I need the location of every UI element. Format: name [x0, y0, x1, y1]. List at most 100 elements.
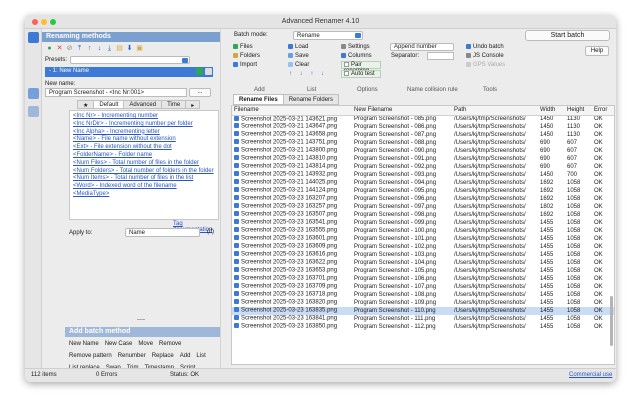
folder-icon[interactable]	[28, 106, 39, 117]
row-checkbox[interactable]	[234, 315, 239, 321]
add-method-icon[interactable]: ●	[46, 45, 53, 52]
row-checkbox[interactable]	[234, 267, 239, 273]
gps-values-button[interactable]: GPS Values	[466, 61, 505, 69]
row-checkbox[interactable]	[234, 283, 239, 289]
row-checkbox[interactable]	[234, 227, 239, 233]
row-checkbox[interactable]	[234, 291, 239, 297]
row-checkbox[interactable]	[234, 243, 239, 249]
row-checkbox[interactable]	[234, 219, 239, 225]
close-icon[interactable]	[205, 68, 212, 75]
add-folders-button[interactable]: Folders	[233, 52, 260, 60]
row-checkbox[interactable]	[234, 179, 239, 185]
move-up2-icon[interactable]: ↑	[310, 71, 313, 77]
batch-renumber[interactable]: Renumber	[118, 350, 146, 362]
column-header-height[interactable]: Height	[565, 106, 592, 116]
tab-time[interactable]: Time	[161, 100, 187, 109]
row-checkbox[interactable]	[234, 299, 239, 305]
new-name-input[interactable]: Program Screenshot - <Inc Nr:001>	[45, 88, 187, 97]
batch-mode-dropdown[interactable]: Rename	[293, 31, 363, 40]
move-up-icon[interactable]: ↓	[300, 71, 303, 77]
row-checkbox[interactable]	[234, 307, 239, 313]
batch-list[interactable]: List	[196, 350, 205, 362]
table-row[interactable]: Screenshot 2025-03-23 163850.png Program …	[232, 323, 614, 331]
table-row[interactable]: Screenshot 2025-03-21 144025.png Program …	[232, 179, 614, 187]
column-header-error[interactable]: Error	[592, 106, 614, 116]
table-row[interactable]: Screenshot 2025-03-21 143621.png Program …	[232, 115, 614, 123]
row-checkbox[interactable]	[234, 131, 239, 137]
import-button[interactable]: Import	[233, 61, 257, 69]
layers-icon[interactable]	[28, 32, 39, 43]
batch-move[interactable]: Move	[138, 338, 153, 350]
method-list-item[interactable]: - 1: New Name	[45, 67, 213, 77]
table-row[interactable]: Screenshot 2025-03-23 163609.png Program …	[232, 243, 614, 251]
move-down-icon[interactable]: ↓	[321, 71, 324, 77]
batch-new-case[interactable]: New Case	[105, 338, 133, 350]
help-button[interactable]: Help	[585, 46, 609, 56]
tag-link[interactable]: <Word> - Indexed word of the filename	[73, 183, 215, 191]
undo-batch-button[interactable]: Undo batch	[466, 43, 504, 51]
table-row[interactable]: Screenshot 2025-03-23 163718.png Program …	[232, 291, 614, 299]
table-row[interactable]: Screenshot 2025-03-23 163207.png Program …	[232, 195, 614, 203]
pair-renaming-toggle[interactable]: Pair renaming	[341, 61, 381, 74]
folder-preset-icon[interactable]: ▣	[136, 45, 143, 52]
row-checkbox[interactable]	[234, 171, 239, 177]
presets-dropdown[interactable]	[70, 56, 190, 64]
table-row[interactable]: Screenshot 2025-03-23 163653.png Program …	[232, 267, 614, 275]
row-checkbox[interactable]	[234, 211, 239, 217]
column-header-path[interactable]: Path	[452, 106, 538, 116]
table-row[interactable]: Screenshot 2025-03-23 163709.png Program …	[232, 283, 614, 291]
table-row[interactable]: Screenshot 2025-03-23 163701.png Program …	[232, 275, 614, 283]
row-checkbox[interactable]	[234, 139, 239, 145]
js-console-button[interactable]: JS Console	[466, 52, 504, 60]
row-checkbox[interactable]	[234, 123, 239, 129]
load-button[interactable]: Load	[288, 43, 308, 51]
new-name-options-button[interactable]: ...	[189, 88, 211, 97]
tag-link[interactable]: <MediaType>	[73, 191, 215, 199]
table-row[interactable]: Screenshot 2025-03-21 143814.png Program …	[232, 163, 614, 171]
row-checkbox[interactable]	[234, 203, 239, 209]
tag-tab-star[interactable]: ★	[77, 100, 95, 109]
tag-link[interactable]: <Ext> - File extension without the dot	[73, 144, 215, 152]
table-row[interactable]: Screenshot 2025-03-23 163601.png Program …	[232, 235, 614, 243]
table-scrollbar[interactable]	[610, 296, 613, 346]
table-row[interactable]: Screenshot 2025-03-21 144124.png Program …	[232, 187, 614, 195]
table-row[interactable]: Screenshot 2025-03-23 163541.png Program …	[232, 219, 614, 227]
remove-method-icon[interactable]: ✕	[56, 45, 63, 52]
clear-methods-icon[interactable]: ⊘	[66, 45, 73, 52]
move-down-icon[interactable]: ↓	[96, 45, 103, 52]
tag-link[interactable]: <FolderName> - Folder name	[73, 152, 215, 160]
apply-to-dropdown[interactable]: Name	[125, 228, 200, 237]
table-row[interactable]: Screenshot 2025-03-21 143647.png Program …	[232, 123, 614, 131]
row-checkbox[interactable]	[234, 115, 239, 121]
table-row[interactable]: Screenshot 2025-03-21 143932.png Program …	[232, 171, 614, 179]
tag-link[interactable]: <Inc Alpha> - Incrementing letter	[73, 129, 215, 137]
save-button[interactable]: Save	[288, 52, 309, 60]
media-icon[interactable]	[28, 88, 39, 99]
row-checkbox[interactable]	[234, 323, 239, 329]
tag-link[interactable]: <Inc Nr> - Incrementing number	[73, 113, 215, 121]
separator-input[interactable]	[427, 52, 454, 60]
apply-if-button[interactable]: (if)	[207, 229, 214, 235]
row-checkbox[interactable]	[234, 155, 239, 161]
collision-rule-dropdown[interactable]: Append number	[390, 43, 454, 51]
table-row[interactable]: Screenshot 2025-03-23 163622.png Program …	[232, 259, 614, 267]
table-row[interactable]: Screenshot 2025-03-23 163820.png Program …	[232, 299, 614, 307]
row-checkbox[interactable]	[234, 235, 239, 241]
save-preset-icon[interactable]: ⬇	[126, 45, 133, 52]
move-bottom-icon[interactable]: ⤓	[106, 45, 113, 52]
column-header-filename[interactable]: Filename	[232, 106, 352, 116]
panel-splitter[interactable]	[137, 319, 145, 321]
tag-link[interactable]: <Num Files> - Total number of files in t…	[73, 160, 215, 168]
tag-link[interactable]: <Name> - File name without extension	[73, 136, 215, 144]
checkmark-icon[interactable]	[196, 68, 203, 75]
table-row[interactable]: Screenshot 2025-03-21 143810.png Program …	[232, 155, 614, 163]
clear-button[interactable]: Clear	[288, 61, 309, 69]
column-header-new-filename[interactable]: New Filename	[352, 106, 452, 116]
table-row[interactable]: Screenshot 2025-03-23 163555.png Program …	[232, 227, 614, 235]
tab-rename-files[interactable]: Rename Files	[233, 94, 284, 105]
row-checkbox[interactable]	[234, 275, 239, 281]
settings-button[interactable]: Settings	[341, 43, 370, 51]
move-top-icon[interactable]: ↑	[289, 71, 292, 77]
tag-link[interactable]: <Num Folders> - Total number of folders …	[73, 168, 215, 176]
batch-replace[interactable]: Replace	[152, 350, 174, 362]
